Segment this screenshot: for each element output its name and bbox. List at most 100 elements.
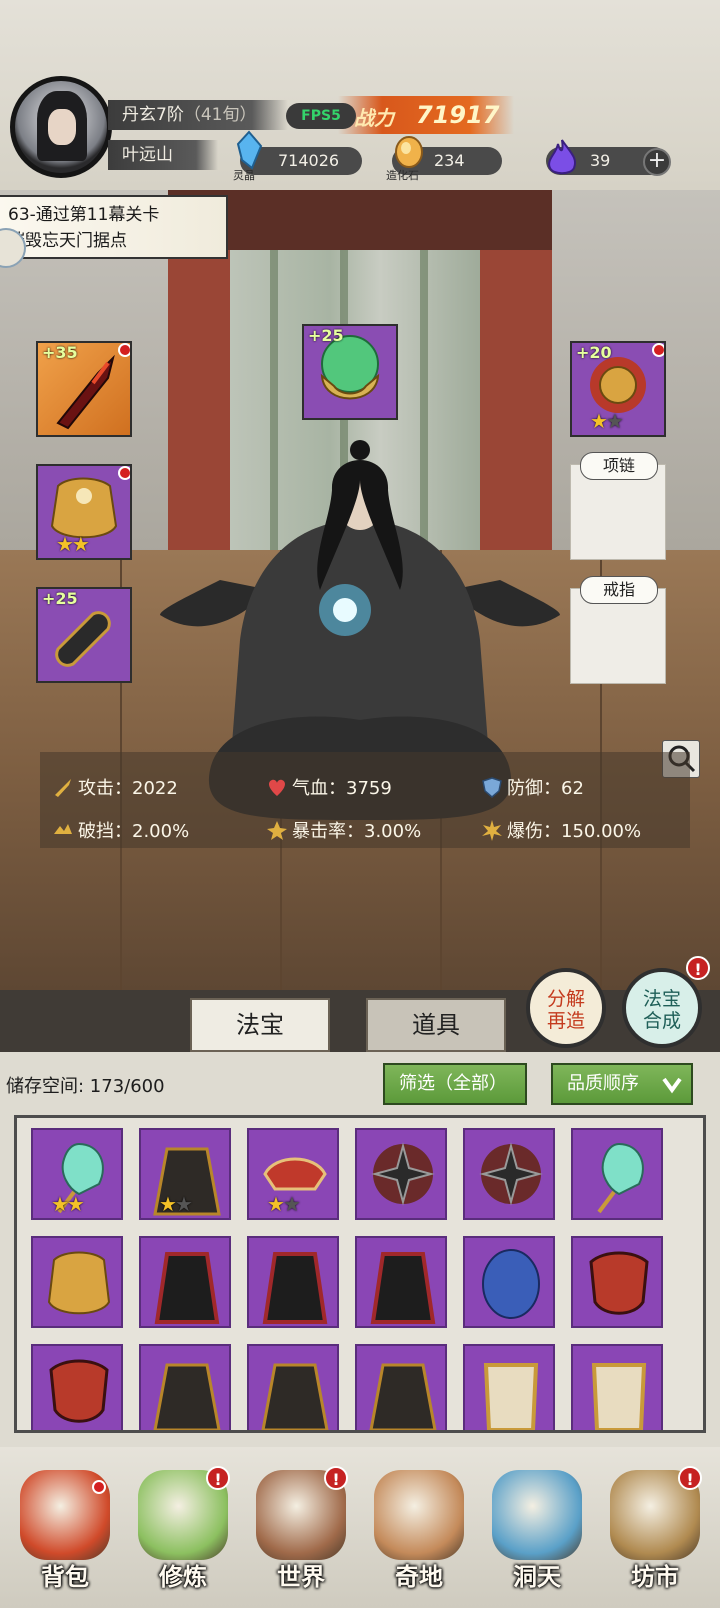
sort-label: 品质顺序 (567, 1073, 639, 1094)
nav-item-portal[interactable]: 洞天 (482, 1450, 592, 1600)
nav-item-market[interactable]: 坊市! (600, 1450, 710, 1600)
fps-counter: FPS5 (286, 103, 356, 129)
stat-hp: 气血：3759 (266, 774, 392, 800)
equip-slot-mount[interactable]: +20 ★★ (570, 341, 666, 437)
resource-label: 灵晶 (233, 169, 255, 182)
stat-text: 攻击：2022 (78, 778, 178, 799)
synthesize-line1: 法宝 (642, 988, 681, 1010)
resource-value: 234 (434, 151, 465, 170)
shadow-robe-icon (262, 1252, 328, 1324)
inventory-item[interactable] (463, 1344, 555, 1430)
crystal-icon (236, 130, 263, 170)
purple-flame-icon (548, 139, 576, 175)
nav-label: 洞天 (513, 1563, 561, 1591)
decompose-button[interactable]: 分解 再造 (526, 968, 606, 1048)
nav-item-scroll[interactable]: 世界! (246, 1450, 356, 1600)
sort-dropdown[interactable]: 品质顺序 (551, 1063, 693, 1105)
shuriken-icon (371, 1142, 435, 1206)
stone-icon (395, 136, 423, 168)
dark-robe-icon (153, 1363, 221, 1430)
stat-crit-damage: 爆伤：150.00% (481, 817, 641, 843)
stat-break: 破挡：2.00% (52, 817, 189, 843)
player-age: （41旬） (183, 105, 257, 125)
quest-title: 63-通过第11幕关卡 (8, 205, 160, 225)
tab-items[interactable]: 道具 (366, 998, 506, 1052)
crit-icon (267, 821, 287, 840)
filter-button[interactable]: 筛选（全部） (383, 1063, 527, 1105)
dark-robe-icon (369, 1363, 437, 1430)
tab-treasures[interactable]: 法宝 (190, 998, 330, 1052)
inventory-item[interactable] (571, 1128, 663, 1220)
synthesize-button[interactable]: 法宝 合成 (622, 968, 702, 1048)
alert-dot (118, 343, 130, 357)
synthesize-line2: 合成 (642, 1010, 681, 1032)
inventory-item[interactable] (571, 1344, 663, 1430)
equip-slot-weapon[interactable]: +35 (36, 341, 132, 437)
gold-plate-icon (591, 1363, 647, 1430)
star-rating: ★★ (51, 1192, 85, 1216)
inventory-item[interactable] (247, 1236, 339, 1328)
enhance-level: +25 (42, 589, 78, 608)
quest-banner[interactable]: 63-通过第11幕关卡 摧毁忘天门据点 (0, 195, 228, 259)
player-name: 叶远山 (108, 140, 218, 170)
nav-label: 奇地 (395, 1563, 443, 1591)
enhance-level: +25 (308, 326, 344, 345)
resource-value: 714026 (278, 151, 340, 170)
nav-item-bag[interactable]: 背包 (10, 1450, 120, 1600)
inventory-item[interactable] (355, 1236, 447, 1328)
star-rating: ★★ (56, 532, 90, 556)
meditating-cultivator (160, 440, 560, 820)
inventory-item[interactable] (355, 1344, 447, 1430)
stat-defense: 防御：62 (481, 774, 584, 800)
inventory-item[interactable] (31, 1344, 123, 1430)
quest-detail: 摧毁忘天门据点 (8, 231, 127, 251)
alert-badge: ! (324, 1466, 348, 1490)
alert-badge: ! (206, 1466, 230, 1490)
inventory-item[interactable] (31, 1236, 123, 1328)
inventory-item[interactable]: ★★ (247, 1128, 339, 1220)
star-rating: ★★ (267, 1192, 301, 1216)
enhance-level: +35 (42, 343, 78, 362)
heart-icon (269, 779, 285, 796)
inventory-item[interactable] (139, 1344, 231, 1430)
inventory-grid: ★★ ★★ ★★ (14, 1115, 706, 1433)
jade-fan-icon (597, 1142, 644, 1214)
resource-label: 造化石 (386, 169, 419, 182)
inventory-item[interactable] (355, 1128, 447, 1220)
nav-item-palace[interactable]: 奇地 (364, 1450, 474, 1600)
avatar-face (48, 109, 76, 145)
ring-label: 戒指 (580, 576, 658, 604)
alert-dot (92, 1480, 106, 1494)
stat-text: 暴击率：3.00% (292, 821, 422, 842)
inventory-item[interactable] (247, 1344, 339, 1430)
equip-slot-armor[interactable]: ★★ (36, 464, 132, 560)
stat-text: 防御：62 (507, 778, 584, 799)
dark-robe-icon (261, 1363, 329, 1430)
add-resource-button[interactable]: + (643, 148, 671, 176)
stat-text: 气血：3759 (292, 778, 392, 799)
shield-icon (482, 777, 502, 798)
star-rating: ★★ (159, 1192, 193, 1216)
inventory-item[interactable] (571, 1236, 663, 1328)
inventory-item[interactable]: ★★ (139, 1128, 231, 1220)
equip-slot-talisman[interactable]: +25 (302, 324, 398, 420)
demon-armor-icon (49, 1359, 109, 1423)
stat-text: 爆伤：150.00% (507, 821, 642, 842)
nav-label: 背包 (41, 1563, 89, 1591)
inventory-item[interactable]: ★★ (31, 1128, 123, 1220)
shadow-robe-icon (154, 1252, 220, 1324)
nav-item-lotus[interactable]: 修炼! (128, 1450, 238, 1600)
inventory-item[interactable] (463, 1128, 555, 1220)
demon-armor-icon (589, 1251, 649, 1315)
inventory-item[interactable] (463, 1236, 555, 1328)
player-avatar[interactable] (10, 76, 112, 178)
inventory-item[interactable] (139, 1236, 231, 1328)
nav-label: 世界 (277, 1563, 325, 1591)
blue-robe-icon (482, 1249, 540, 1319)
break-icon (54, 824, 72, 834)
stat-attack: 攻击：2022 (52, 774, 178, 800)
decompose-line2: 再造 (546, 1010, 585, 1032)
equip-slot-bracer[interactable]: +25 (36, 587, 132, 683)
enhance-level: +20 (576, 343, 612, 362)
gold-plate-icon (483, 1363, 539, 1430)
